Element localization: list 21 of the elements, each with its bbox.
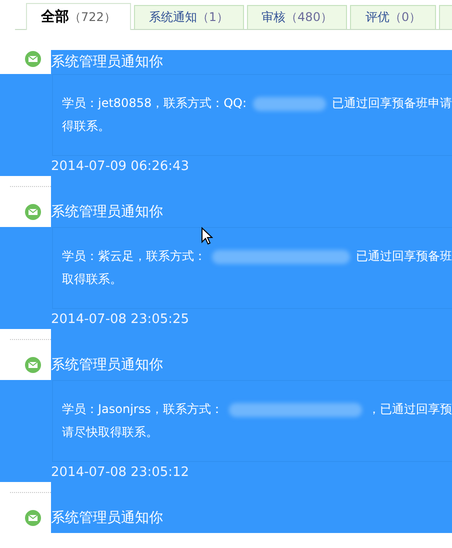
mail-icon [25, 51, 41, 67]
message-text: 已通过回享预备班申请 [332, 95, 452, 112]
mail-icon [25, 204, 41, 220]
timestamp: 2014-07-08 23:05:25 [51, 312, 190, 326]
mail-icon [25, 510, 41, 526]
message-text: 得联系。 [62, 118, 110, 135]
message-text: 请尽快取得联系。 [62, 424, 158, 441]
tab[interactable]: 评优（0） [350, 5, 436, 29]
mail-icon [25, 357, 41, 373]
cursor-icon [201, 227, 213, 245]
message-text: 学员：紫云足，联系方式： [62, 248, 206, 265]
timestamp: 2014-07-09 06:26:43 [51, 158, 190, 174]
message-text: 学员：Jasonjrss，联系方式： [62, 401, 223, 418]
message-text: 学员：jet80858，联系方式：QQ: [62, 95, 247, 112]
message-text: 取得联系。 [62, 271, 122, 288]
tab[interactable]: 审核（480） [246, 5, 348, 29]
message-text: ，已通过回享预 [368, 401, 452, 418]
timestamp: 2014-07-08 23:05:12 [51, 464, 190, 480]
message-text: 已通过回享预备班 [356, 248, 452, 265]
tab[interactable]: 系统通知（1） [134, 5, 244, 29]
tab[interactable]: 全部（722） [26, 3, 131, 30]
